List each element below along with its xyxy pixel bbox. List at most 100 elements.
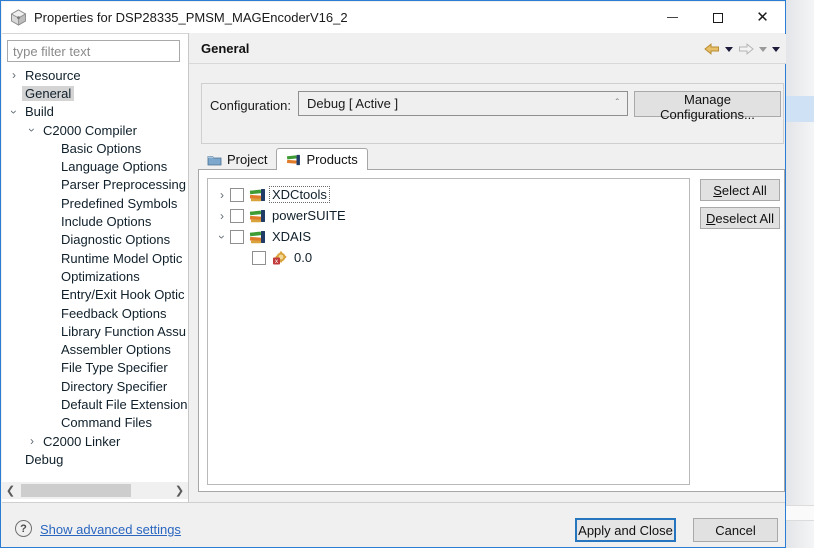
tab-products[interactable]: Products bbox=[276, 148, 368, 170]
sidebar-item-basic-options[interactable]: Basic Options bbox=[2, 139, 188, 157]
sidebar-item-label: Default File Extension bbox=[61, 396, 188, 412]
chevron-right-icon[interactable]: › bbox=[24, 435, 40, 447]
sidebar-item-command-files[interactable]: Command Files bbox=[2, 414, 188, 432]
sidebar-item-optimizations[interactable]: Optimizations bbox=[2, 267, 188, 285]
scroll-left-icon[interactable]: ❮ bbox=[2, 484, 19, 497]
checkbox-powersuite[interactable] bbox=[230, 208, 244, 223]
tab-bar: Project Products bbox=[198, 148, 368, 170]
chevron-right-icon[interactable]: › bbox=[6, 69, 22, 81]
checkbox-xdais[interactable] bbox=[230, 229, 244, 244]
chevron-down-icon[interactable]: › bbox=[24, 124, 40, 136]
sidebar-item-label: Parser Preprocessing bbox=[61, 177, 186, 193]
sidebar-item-label: Optimizations bbox=[61, 268, 140, 284]
sidebar-horizontal-scrollbar[interactable]: ❮ ❯ bbox=[2, 482, 188, 499]
minimize-icon bbox=[667, 17, 678, 18]
sidebar-item-label: Include Options bbox=[61, 214, 152, 230]
apply-and-close-button[interactable]: Apply and Close bbox=[575, 518, 676, 542]
sidebar-item-language-options[interactable]: Language Options bbox=[2, 157, 188, 175]
sidebar-item-build[interactable]: › Build bbox=[2, 103, 188, 121]
manage-configurations-button[interactable]: Manage Configurations... bbox=[634, 91, 781, 122]
app-cube-icon bbox=[10, 9, 27, 26]
sidebar-item-label: Basic Options bbox=[61, 140, 142, 156]
product-item-label: powerSUITE bbox=[272, 208, 346, 223]
forward-history-dropdown-icon[interactable] bbox=[759, 46, 767, 52]
page-title: General bbox=[201, 41, 250, 56]
folder-icon bbox=[207, 154, 222, 166]
scroll-right-icon[interactable]: ❯ bbox=[171, 484, 188, 497]
background-light-band bbox=[786, 505, 814, 521]
sidebar-item-feedback-options[interactable]: Feedback Options bbox=[2, 304, 188, 322]
chevron-down-icon[interactable]: › bbox=[214, 231, 230, 243]
sidebar-item-default-file-extension[interactable]: Default File Extension bbox=[2, 395, 188, 413]
sidebar-item-assembler-options[interactable]: Assembler Options bbox=[2, 340, 188, 358]
close-button[interactable]: ✕ bbox=[740, 2, 785, 33]
product-item-powersuite[interactable]: › powerSUITE bbox=[208, 205, 689, 226]
sidebar-item-label: C2000 Compiler bbox=[43, 122, 137, 138]
configuration-select[interactable]: Debug [ Active ] ˆ bbox=[298, 91, 628, 116]
maximize-button[interactable] bbox=[695, 2, 740, 33]
scrollbar-thumb[interactable] bbox=[21, 484, 131, 497]
checkbox-0-0[interactable] bbox=[252, 250, 266, 265]
view-menu-icon[interactable] bbox=[772, 46, 780, 52]
sidebar-item-directory-specifier[interactable]: Directory Specifier bbox=[2, 377, 188, 395]
window-title: Properties for DSP28335_PMSM_MAGEncoderV… bbox=[34, 10, 348, 25]
sidebar-item-label: Predefined Symbols bbox=[61, 195, 178, 211]
checkbox-xdctools[interactable] bbox=[230, 187, 244, 202]
package-error-icon: x bbox=[271, 250, 292, 265]
product-item-0-0[interactable]: x 0.0 bbox=[208, 247, 689, 268]
sidebar-item-label: File Type Specifier bbox=[61, 360, 168, 376]
product-item-xdctools[interactable]: › XDCtools bbox=[208, 184, 689, 205]
sidebar-item-debug[interactable]: Debug bbox=[2, 450, 188, 468]
sidebar-item-resource[interactable]: › Resource bbox=[2, 66, 188, 84]
configuration-value: Debug [ Active ] bbox=[307, 96, 399, 111]
title-bar[interactable]: Properties for DSP28335_PMSM_MAGEncoderV… bbox=[2, 2, 785, 33]
sidebar-item-label: Build bbox=[25, 104, 54, 120]
sidebar-item-general[interactable]: General bbox=[2, 84, 188, 102]
sidebar-item-parser-preprocessing[interactable]: Parser Preprocessing bbox=[2, 176, 188, 194]
sidebar-item-label: Runtime Model Optic bbox=[61, 250, 183, 266]
configuration-group: Configuration: Debug [ Active ] ˆ Manage… bbox=[201, 83, 784, 144]
package-stack-icon bbox=[249, 209, 270, 223]
background-blue-band bbox=[786, 96, 814, 122]
maximize-icon bbox=[712, 12, 723, 23]
sidebar-item-entry-exit-hook-optic[interactable]: Entry/Exit Hook Optic bbox=[2, 286, 188, 304]
back-arrow-icon[interactable] bbox=[704, 43, 720, 55]
show-advanced-settings-link[interactable]: Show advanced settings bbox=[40, 522, 181, 537]
sidebar-item-runtime-model-optic[interactable]: Runtime Model Optic bbox=[2, 249, 188, 267]
chevron-right-icon[interactable]: › bbox=[214, 189, 230, 201]
back-history-dropdown-icon[interactable] bbox=[725, 46, 733, 52]
sidebar-item-file-type-specifier[interactable]: File Type Specifier bbox=[2, 359, 188, 377]
sidebar-panel: ›ResourceGeneral›Build›C2000 CompilerBas… bbox=[2, 33, 188, 502]
chevron-down-icon[interactable]: › bbox=[6, 106, 22, 118]
sidebar-item-label: Command Files bbox=[61, 415, 153, 431]
sidebar-item-library-function-assu[interactable]: Library Function Assu bbox=[2, 322, 188, 340]
products-tab-panel: › XDCtools › powerSUITE › XDAIS x 0.0 Select Al… bbox=[198, 169, 785, 492]
sidebar-item-predefined-symbols[interactable]: Predefined Symbols bbox=[2, 194, 188, 212]
sidebar-item-label: Feedback Options bbox=[61, 305, 167, 321]
sidebar-item-label: Directory Specifier bbox=[61, 378, 168, 394]
products-icon bbox=[286, 154, 301, 166]
sidebar-item-include-options[interactable]: Include Options bbox=[2, 212, 188, 230]
sidebar-item-label: Assembler Options bbox=[61, 342, 171, 358]
package-stack-icon bbox=[249, 188, 270, 202]
close-icon: ✕ bbox=[756, 9, 769, 26]
deselect-all-button[interactable]: Deselect All bbox=[700, 207, 780, 229]
sidebar-item-label: Library Function Assu bbox=[61, 323, 187, 339]
chevron-right-icon[interactable]: › bbox=[214, 210, 230, 222]
screen: Properties for DSP28335_PMSM_MAGEncoderV… bbox=[0, 0, 814, 548]
filter-input[interactable] bbox=[7, 40, 180, 62]
configuration-label: Configuration: bbox=[210, 98, 291, 113]
sidebar-item-c2000-compiler[interactable]: › C2000 Compiler bbox=[2, 121, 188, 139]
product-item-xdais[interactable]: › XDAIS bbox=[208, 226, 689, 247]
product-item-label: XDCtools bbox=[269, 186, 330, 203]
scrollbar-track[interactable] bbox=[19, 482, 171, 499]
cancel-button[interactable]: Cancel bbox=[693, 518, 778, 542]
minimize-button[interactable] bbox=[650, 2, 695, 33]
sidebar-item-diagnostic-options[interactable]: Diagnostic Options bbox=[2, 231, 188, 249]
select-all-button[interactable]: Select All bbox=[700, 179, 780, 201]
forward-arrow-icon[interactable] bbox=[738, 43, 754, 55]
properties-dialog: Properties for DSP28335_PMSM_MAGEncoderV… bbox=[0, 0, 786, 548]
help-icon[interactable]: ? bbox=[15, 520, 32, 537]
tab-project[interactable]: Project bbox=[198, 149, 276, 170]
sidebar-item-c2000-linker[interactable]: › C2000 Linker bbox=[2, 432, 188, 450]
